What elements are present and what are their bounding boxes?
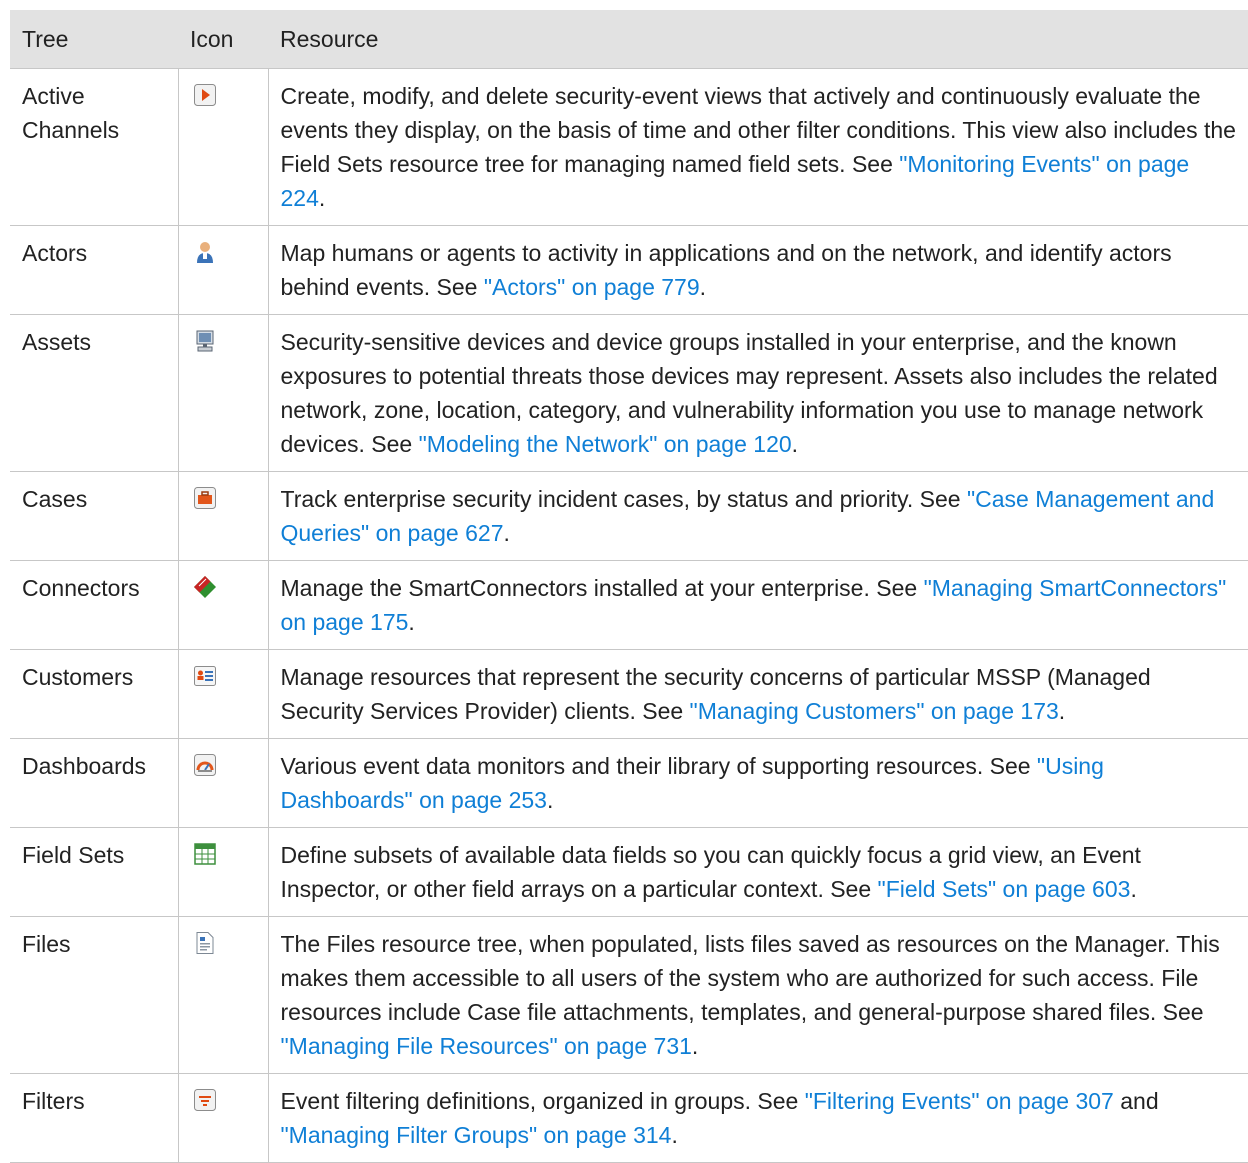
tree-name: Field Sets	[10, 827, 179, 917]
resource-description: Create, modify, and delete security-even…	[268, 68, 1248, 226]
connector-icon	[193, 576, 216, 598]
customer-card-icon	[193, 666, 216, 686]
table-row: Actors Map humans or agents to activity …	[10, 225, 1248, 315]
asset-computer-icon	[196, 330, 213, 352]
table-row: Cases Track enterprise security incident…	[10, 471, 1248, 561]
cross-reference-link[interactable]: "Managing File Resources" on page 731	[281, 1033, 692, 1059]
file-document-icon	[196, 932, 213, 954]
table-row: Active Channels Create, modify, and dele…	[10, 68, 1248, 226]
active-channel-play-icon	[193, 84, 216, 106]
table-row: Assets Security-sensitive devices and de…	[10, 314, 1248, 472]
tree-name: Actors	[10, 225, 179, 315]
dashboard-gauge-icon	[193, 754, 216, 776]
resource-tree-table: Tree Icon Resource Active Channels Creat…	[10, 10, 1248, 1163]
table-row: Dashboards Various event data monitors a…	[10, 738, 1248, 828]
table-header-row: Tree Icon Resource	[10, 10, 1248, 69]
cross-reference-link[interactable]: "Modeling the Network" on page 120	[419, 431, 792, 457]
table-row: Files The Files resource tree, when popu…	[10, 916, 1248, 1074]
resource-description: Security-sensitive devices and device gr…	[268, 314, 1248, 472]
table-row: Filters Event filtering definitions, org…	[10, 1073, 1248, 1163]
tree-name: Connectors	[10, 560, 179, 650]
cross-reference-link[interactable]: "Managing Customers" on page 173	[690, 698, 1059, 724]
tree-name: Dashboards	[10, 738, 179, 828]
table-row: Customers Manage resources that represen…	[10, 649, 1248, 739]
tree-name: Files	[10, 916, 179, 1074]
cross-reference-link[interactable]: "Actors" on page 779	[484, 274, 700, 300]
header-tree: Tree	[10, 10, 178, 69]
resource-description: Event filtering definitions, organized i…	[268, 1073, 1248, 1163]
resource-description: Various event data monitors and their li…	[268, 738, 1248, 828]
tree-name: Assets	[10, 314, 179, 472]
resource-description: The Files resource tree, when populated,…	[268, 916, 1248, 1074]
resource-description: Manage the SmartConnectors installed at …	[268, 560, 1248, 650]
table-row: Connectors Manage the SmartConnectors in…	[10, 560, 1248, 650]
header-resource: Resource	[268, 10, 1248, 69]
resource-description: Map humans or agents to activity in appl…	[268, 225, 1248, 315]
cross-reference-link[interactable]: "Managing Filter Groups" on page 314	[281, 1122, 672, 1148]
field-set-grid-icon	[193, 843, 216, 865]
header-icon: Icon	[178, 10, 268, 69]
resource-description: Manage resources that represent the secu…	[268, 649, 1248, 739]
resource-description: Define subsets of available data fields …	[268, 827, 1248, 917]
cross-reference-link[interactable]: "Filtering Events" on page 307	[805, 1088, 1114, 1114]
tree-name: Cases	[10, 471, 179, 561]
tree-name: Filters	[10, 1073, 179, 1163]
tree-name: Customers	[10, 649, 179, 739]
case-briefcase-icon	[193, 487, 216, 509]
filter-icon	[193, 1089, 216, 1111]
resource-description: Track enterprise security incident cases…	[268, 471, 1248, 561]
cross-reference-link[interactable]: "Field Sets" on page 603	[878, 876, 1131, 902]
tree-name: Active Channels	[10, 68, 179, 226]
table-row: Field Sets Define subsets of available d…	[10, 827, 1248, 917]
actor-person-icon	[196, 242, 213, 263]
